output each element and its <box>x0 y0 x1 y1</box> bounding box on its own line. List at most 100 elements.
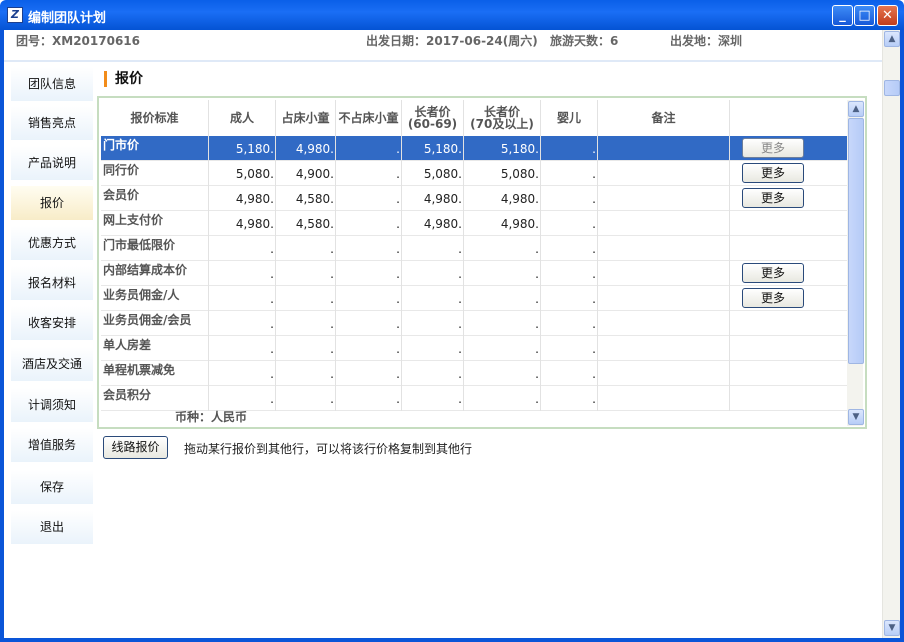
sidebar-item-materials[interactable]: 报名材料 <box>11 266 93 300</box>
cell-senior70[interactable]: 5,080. <box>464 161 541 186</box>
table-row[interactable]: 业务员佣金/会员...... <box>101 311 847 336</box>
table-row[interactable]: 单程机票减免...... <box>101 361 847 386</box>
cell-infant[interactable]: . <box>541 261 598 286</box>
cell-infant[interactable]: . <box>541 361 598 386</box>
cell-infant[interactable]: . <box>541 386 598 411</box>
cell-senior70[interactable]: . <box>464 261 541 286</box>
cell-child-bed[interactable]: 4,980. <box>276 136 336 161</box>
sidebar-item-quote[interactable]: 报价 <box>11 186 93 220</box>
cell-child-nobed[interactable]: . <box>336 361 402 386</box>
sidebar-item-discount[interactable]: 优惠方式 <box>11 226 93 260</box>
cell-child-bed[interactable]: . <box>276 386 336 411</box>
cell-remark[interactable] <box>598 136 730 161</box>
cell-child-bed[interactable]: . <box>276 361 336 386</box>
cell-senior60[interactable]: 5,180. <box>402 136 464 161</box>
cell-remark[interactable] <box>598 336 730 361</box>
cell-remark[interactable] <box>598 361 730 386</box>
sidebar-item-notes[interactable]: 计调须知 <box>11 388 93 422</box>
table-row[interactable]: 门市价 5,180. 4,980.. 5,180. 5,180.. 更多 <box>101 136 847 161</box>
cell-senior70[interactable]: . <box>464 311 541 336</box>
sidebar-item-highlights[interactable]: 销售亮点 <box>11 106 93 140</box>
cell-child-nobed[interactable]: . <box>336 211 402 236</box>
cell-child-nobed[interactable]: . <box>336 336 402 361</box>
table-scrollbar[interactable]: ▲ ▼ <box>847 100 864 426</box>
cell-senior70[interactable]: . <box>464 336 541 361</box>
cell-remark[interactable] <box>598 311 730 336</box>
cell-remark[interactable] <box>598 386 730 411</box>
table-row[interactable]: 门市最低限价...... <box>101 236 847 261</box>
cell-child-bed[interactable]: 4,900. <box>276 161 336 186</box>
cell-senior70[interactable]: . <box>464 361 541 386</box>
cell-child-bed[interactable]: . <box>276 261 336 286</box>
more-button[interactable]: 更多 <box>742 163 804 183</box>
cell-senior70[interactable]: 4,980. <box>464 186 541 211</box>
cell-child-bed[interactable]: 4,580. <box>276 211 336 236</box>
cell-remark[interactable] <box>598 236 730 261</box>
cell-child-nobed[interactable]: . <box>336 311 402 336</box>
cell-child-bed[interactable]: . <box>276 286 336 311</box>
cell-senior60[interactable]: . <box>402 286 464 311</box>
more-button[interactable]: 更多 <box>742 188 804 208</box>
cell-adult[interactable]: 5,080. <box>209 161 276 186</box>
cell-senior70[interactable]: 4,980. <box>464 211 541 236</box>
cell-senior60[interactable]: . <box>402 311 464 336</box>
maximize-button[interactable]: □ <box>854 5 875 26</box>
cell-child-nobed[interactable]: . <box>336 161 402 186</box>
cell-senior60[interactable]: . <box>402 236 464 261</box>
cell-child-nobed[interactable]: . <box>336 386 402 411</box>
more-button[interactable]: 更多 <box>742 263 804 283</box>
table-row[interactable]: 业务员佣金/人...... 更多 <box>101 286 847 311</box>
cell-infant[interactable]: . <box>541 136 598 161</box>
cell-adult[interactable]: 4,980. <box>209 211 276 236</box>
scroll-up-icon[interactable]: ▲ <box>884 31 900 47</box>
cell-adult[interactable]: . <box>209 336 276 361</box>
cell-remark[interactable] <box>598 211 730 236</box>
cell-child-nobed[interactable]: . <box>336 186 402 211</box>
cell-senior70[interactable]: . <box>464 386 541 411</box>
table-scroll-down-icon[interactable]: ▼ <box>848 409 864 425</box>
cell-senior60[interactable]: . <box>402 336 464 361</box>
sidebar-item-arrangement[interactable]: 收客安排 <box>11 306 93 340</box>
cell-infant[interactable]: . <box>541 336 598 361</box>
minimize-button[interactable]: _ <box>832 5 853 26</box>
cell-child-bed[interactable]: . <box>276 336 336 361</box>
cell-senior60[interactable]: 4,980. <box>402 211 464 236</box>
cell-infant[interactable]: . <box>541 161 598 186</box>
cell-senior70[interactable]: . <box>464 236 541 261</box>
cell-infant[interactable]: . <box>541 286 598 311</box>
cell-senior70[interactable]: 5,180. <box>464 136 541 161</box>
page-scrollbar[interactable]: ▲ ▼ <box>882 30 900 638</box>
cell-remark[interactable] <box>598 261 730 286</box>
cell-infant[interactable]: . <box>541 236 598 261</box>
cell-senior60[interactable]: . <box>402 261 464 286</box>
cell-adult[interactable]: 4,980. <box>209 186 276 211</box>
cell-adult[interactable]: . <box>209 361 276 386</box>
route-quote-button[interactable]: 线路报价 <box>103 436 168 459</box>
cell-child-bed[interactable]: . <box>276 236 336 261</box>
scroll-down-icon[interactable]: ▼ <box>884 620 900 636</box>
cell-remark[interactable] <box>598 286 730 311</box>
exit-button[interactable]: 退出 <box>11 510 93 544</box>
cell-adult[interactable]: . <box>209 311 276 336</box>
cell-remark[interactable] <box>598 161 730 186</box>
table-row[interactable]: 同行价 5,080. 4,900.. 5,080. 5,080.. 更多 <box>101 161 847 186</box>
cell-senior60[interactable]: 4,980. <box>402 186 464 211</box>
cell-senior60[interactable]: . <box>402 386 464 411</box>
table-row[interactable]: 内部结算成本价...... 更多 <box>101 261 847 286</box>
sidebar-item-services[interactable]: 增值服务 <box>11 428 93 462</box>
cell-adult[interactable]: . <box>209 236 276 261</box>
table-scroll-up-icon[interactable]: ▲ <box>848 101 864 117</box>
cell-child-nobed[interactable]: . <box>336 136 402 161</box>
cell-adult[interactable]: 5,180. <box>209 136 276 161</box>
cell-child-bed[interactable]: . <box>276 311 336 336</box>
cell-child-nobed[interactable]: . <box>336 261 402 286</box>
sidebar-item-hotel[interactable]: 酒店及交通 <box>11 347 93 381</box>
cell-child-bed[interactable]: 4,580. <box>276 186 336 211</box>
cell-infant[interactable]: . <box>541 311 598 336</box>
cell-child-nobed[interactable]: . <box>336 286 402 311</box>
cell-adult[interactable]: . <box>209 286 276 311</box>
close-button[interactable]: ✕ <box>877 5 898 26</box>
scroll-thumb[interactable] <box>884 80 900 96</box>
cell-remark[interactable] <box>598 186 730 211</box>
table-scroll-thumb[interactable] <box>848 118 864 364</box>
